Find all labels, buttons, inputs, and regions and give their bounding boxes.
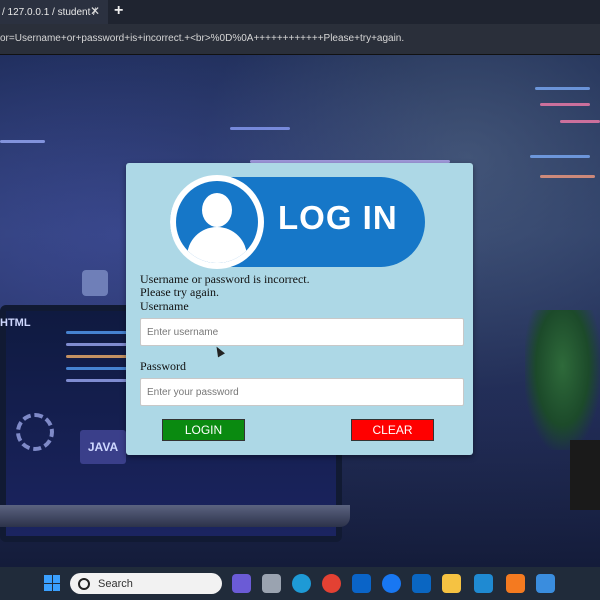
password-input[interactable] (140, 378, 464, 406)
files-icon[interactable] (262, 574, 281, 593)
login-button[interactable]: LOGIN (162, 419, 245, 441)
error-message: Username or password is incorrect. Pleas… (140, 273, 310, 299)
error-line-2: Please try again. (140, 285, 219, 299)
close-icon[interactable]: ✕ (90, 4, 100, 18)
url-text[interactable]: or=Username+or+password+is+incorrect.+<b… (0, 33, 600, 44)
login-card: LOG IN Username or password is incorrect… (126, 163, 473, 455)
password-label: Password (140, 359, 187, 373)
login-logo: LOG IN (170, 175, 425, 269)
facebook-icon[interactable] (382, 574, 401, 593)
code-line (540, 175, 595, 178)
code-line (560, 120, 600, 123)
html-label: HTML (0, 317, 31, 329)
clear-button[interactable]: CLEAR (351, 419, 434, 441)
taskbar-search[interactable]: Search (70, 573, 222, 594)
teams-icon[interactable] (232, 574, 251, 593)
username-input[interactable] (140, 318, 464, 346)
username-label: Username (140, 299, 189, 313)
xampp-icon[interactable] (506, 574, 525, 593)
code-line (535, 87, 590, 90)
linkedin-icon[interactable] (412, 574, 431, 593)
new-tab-button[interactable]: + (114, 2, 123, 20)
person-head (202, 193, 232, 227)
person-body (187, 227, 247, 263)
code-line (540, 103, 590, 106)
search-label: Search (98, 577, 133, 590)
gear-icon (16, 413, 54, 451)
tab-title: / 127.0.0.1 / student / (2, 6, 96, 18)
code-line (0, 140, 45, 143)
logo-circle (170, 175, 264, 269)
chrome-icon[interactable] (322, 574, 341, 593)
app-icon[interactable] (536, 574, 555, 593)
vscode-icon[interactable] (474, 574, 493, 593)
laptop-base (0, 505, 350, 527)
plant-image (525, 310, 600, 450)
person-icon (176, 181, 258, 263)
code-line (230, 127, 290, 130)
search-icon (78, 577, 90, 590)
edge-icon[interactable] (292, 574, 311, 593)
plant-pot (570, 440, 600, 510)
windows-start-icon[interactable] (44, 575, 60, 591)
taskbar: Search (0, 567, 600, 600)
browser-tab-bar: / 127.0.0.1 / student / ✕ + (0, 0, 600, 24)
java-label: JAVA (80, 430, 126, 464)
code-line (530, 155, 590, 158)
logo-text: LOG IN (278, 199, 398, 236)
address-bar[interactable]: or=Username+or+password+is+incorrect.+<b… (0, 24, 600, 55)
outlook-icon[interactable] (352, 574, 371, 593)
file-explorer-icon[interactable] (442, 574, 461, 593)
browser-tab[interactable]: / 127.0.0.1 / student / ✕ (0, 0, 108, 24)
user-icon (82, 270, 108, 296)
